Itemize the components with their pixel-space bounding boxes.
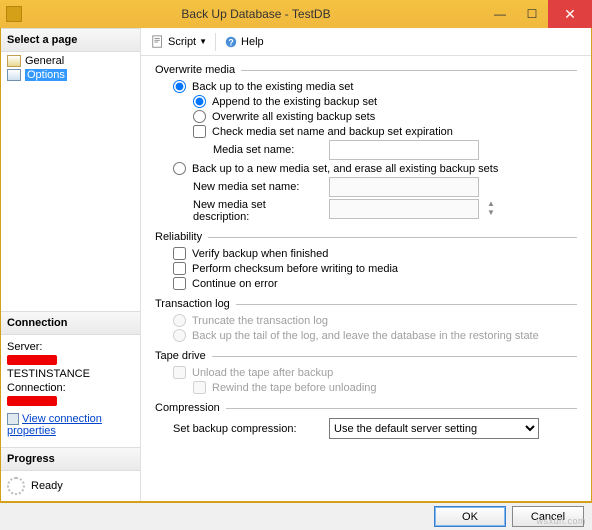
connection-label: Connection: bbox=[7, 382, 134, 394]
server-value: TESTINSTANCE bbox=[7, 355, 134, 380]
new-media-name-input bbox=[329, 177, 479, 197]
help-label: Help bbox=[241, 36, 264, 48]
verify-checkbox[interactable] bbox=[173, 247, 186, 260]
page-general[interactable]: General bbox=[5, 54, 136, 68]
svg-text:?: ? bbox=[228, 37, 233, 47]
page-general-icon bbox=[7, 55, 21, 67]
progress-status: Ready bbox=[31, 480, 63, 492]
verify-label: Verify backup when finished bbox=[192, 248, 328, 260]
rewind-checkbox bbox=[193, 381, 206, 394]
reliability-legend: Reliability bbox=[155, 231, 202, 243]
overwrite-all-label: Overwrite all existing backup sets bbox=[212, 111, 375, 123]
title-bar: Back Up Database - TestDB — ☐ ✕ bbox=[0, 0, 592, 28]
script-button[interactable]: Script ▼ bbox=[147, 33, 211, 51]
ok-button[interactable]: OK bbox=[434, 506, 506, 527]
connection-value bbox=[7, 396, 134, 409]
unload-label: Unload the tape after backup bbox=[192, 367, 333, 379]
existing-media-radio[interactable] bbox=[173, 80, 186, 93]
connection-properties-icon bbox=[7, 413, 19, 425]
script-icon bbox=[151, 35, 165, 49]
tail-radio bbox=[173, 329, 186, 342]
new-media-desc-input bbox=[329, 199, 479, 219]
help-icon: ? bbox=[224, 35, 238, 49]
minimize-button[interactable]: — bbox=[484, 0, 516, 28]
page-options-icon bbox=[7, 69, 21, 81]
overwrite-all-radio[interactable] bbox=[193, 110, 206, 123]
compression-select[interactable]: Use the default server setting bbox=[329, 418, 539, 439]
overwrite-legend: Overwrite media bbox=[155, 64, 235, 76]
connection-redacted bbox=[7, 396, 57, 406]
window-controls: — ☐ ✕ bbox=[484, 0, 592, 28]
script-label: Script bbox=[168, 36, 196, 48]
unload-checkbox bbox=[173, 366, 186, 379]
watermark: wsxdn.com bbox=[536, 516, 586, 526]
page-options[interactable]: Options bbox=[5, 68, 136, 82]
server-label: Server: bbox=[7, 341, 134, 353]
maximize-button[interactable]: ☐ bbox=[516, 0, 548, 28]
media-name-input[interactable] bbox=[329, 140, 479, 160]
rewind-label: Rewind the tape before unloading bbox=[212, 382, 377, 394]
compression-legend: Compression bbox=[155, 402, 220, 414]
script-dropdown-icon: ▼ bbox=[199, 37, 207, 46]
truncate-radio bbox=[173, 314, 186, 327]
progress-spinner-icon bbox=[7, 477, 25, 495]
checksum-label: Perform checksum before writing to media bbox=[192, 263, 398, 275]
help-button[interactable]: ? Help bbox=[220, 33, 268, 51]
server-redacted bbox=[7, 355, 57, 365]
page-options-label: Options bbox=[25, 69, 67, 81]
append-radio[interactable] bbox=[193, 95, 206, 108]
media-name-label: Media set name: bbox=[213, 144, 323, 156]
continue-error-checkbox[interactable] bbox=[173, 277, 186, 290]
connection-header: Connection bbox=[1, 311, 140, 335]
txlog-legend: Transaction log bbox=[155, 298, 230, 310]
truncate-label: Truncate the transaction log bbox=[192, 315, 328, 327]
continue-error-label: Continue on error bbox=[192, 278, 278, 290]
tail-label: Back up the tail of the log, and leave t… bbox=[192, 330, 539, 342]
append-label: Append to the existing backup set bbox=[212, 96, 377, 108]
desc-scroll-arrows: ▲▼ bbox=[487, 199, 495, 217]
check-media-checkbox[interactable] bbox=[193, 125, 206, 138]
new-media-label: Back up to a new media set, and erase al… bbox=[192, 163, 498, 175]
new-media-name-label: New media set name: bbox=[193, 181, 323, 193]
select-page-header: Select a page bbox=[1, 28, 140, 52]
existing-media-label: Back up to the existing media set bbox=[192, 81, 353, 93]
tape-legend: Tape drive bbox=[155, 350, 206, 362]
new-media-desc-label: New media set description: bbox=[193, 199, 323, 223]
window-title: Back Up Database - TestDB bbox=[28, 7, 484, 21]
page-general-label: General bbox=[25, 55, 64, 67]
new-media-radio[interactable] bbox=[173, 162, 186, 175]
checksum-checkbox[interactable] bbox=[173, 262, 186, 275]
close-button[interactable]: ✕ bbox=[548, 0, 592, 28]
app-icon bbox=[6, 6, 22, 22]
compression-label: Set backup compression: bbox=[173, 423, 323, 435]
check-media-label: Check media set name and backup set expi… bbox=[212, 126, 453, 138]
view-connection-properties-link[interactable]: View connection properties bbox=[7, 413, 102, 437]
progress-header: Progress bbox=[1, 447, 140, 471]
